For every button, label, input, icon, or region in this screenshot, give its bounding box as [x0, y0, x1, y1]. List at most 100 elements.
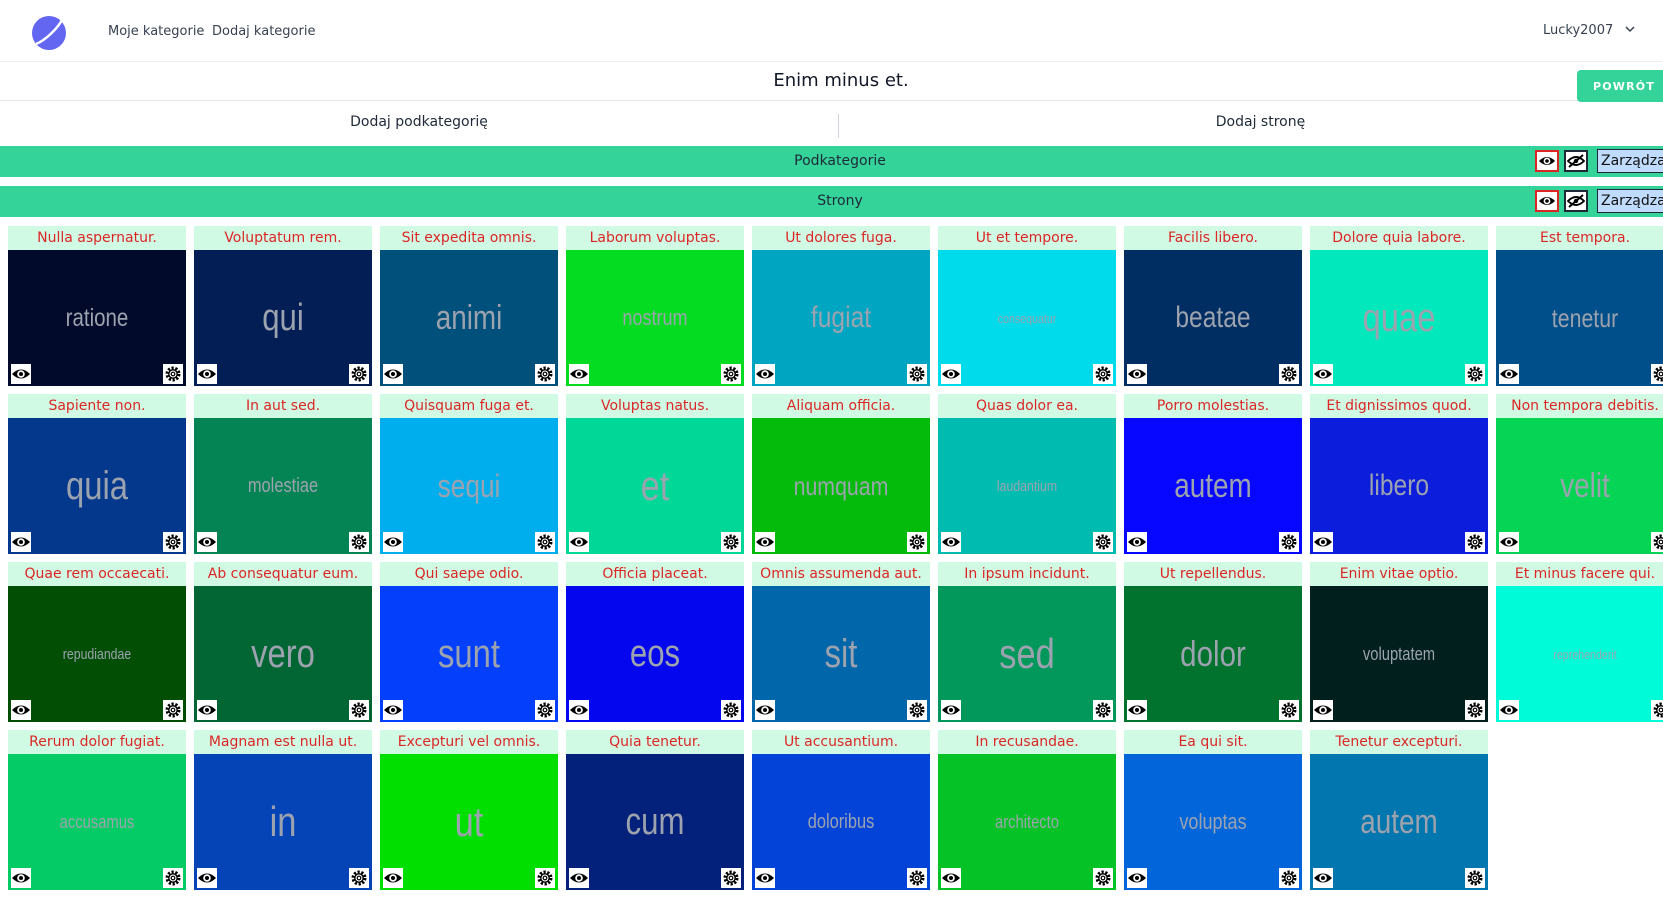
page-card[interactable]: Qui saepe odio. sunt	[380, 562, 558, 722]
card-title[interactable]: Omnis assumenda aut.	[752, 562, 930, 586]
settings-button[interactable]	[163, 868, 183, 888]
preview-button[interactable]	[1313, 700, 1333, 720]
settings-button[interactable]	[1279, 532, 1299, 552]
card-thumbnail[interactable]: ut	[380, 754, 558, 890]
card-title[interactable]: Et minus facere qui.	[1496, 562, 1663, 586]
card-thumbnail[interactable]: accusamus	[8, 754, 186, 890]
card-thumbnail[interactable]: molestiae	[194, 418, 372, 554]
card-title[interactable]: Porro molestias.	[1124, 394, 1302, 418]
card-thumbnail[interactable]: animi	[380, 250, 558, 386]
card-thumbnail[interactable]: voluptatem	[1310, 586, 1488, 722]
card-thumbnail[interactable]: consequatur	[938, 250, 1116, 386]
card-title[interactable]: Ut dolores fuga.	[752, 226, 930, 250]
settings-button[interactable]	[349, 532, 369, 552]
card-title[interactable]: Rerum dolor fugiat.	[8, 730, 186, 754]
page-card[interactable]: Magnam est nulla ut. in	[194, 730, 372, 890]
card-thumbnail[interactable]: vero	[194, 586, 372, 722]
nav-link-add-category[interactable]: Dodaj kategorie	[212, 24, 315, 39]
card-title[interactable]: Facilis libero.	[1124, 226, 1302, 250]
chevron-down-icon[interactable]	[1625, 24, 1635, 34]
card-title[interactable]: Quisquam fuga et.	[380, 394, 558, 418]
page-card[interactable]: Dolore quia labore. quae	[1310, 226, 1488, 386]
settings-button[interactable]	[349, 364, 369, 384]
settings-button[interactable]	[535, 364, 555, 384]
preview-button[interactable]	[569, 868, 589, 888]
page-card[interactable]: In aut sed. molestiae	[194, 394, 372, 554]
page-card[interactable]: Ab consequatur eum. vero	[194, 562, 372, 722]
settings-button[interactable]	[1465, 532, 1485, 552]
page-card[interactable]: Quae rem occaecati. repudiandae	[8, 562, 186, 722]
card-thumbnail[interactable]: autem	[1124, 418, 1302, 554]
card-thumbnail[interactable]: dolor	[1124, 586, 1302, 722]
preview-button[interactable]	[1313, 364, 1333, 384]
card-title[interactable]: Tenetur excepturi.	[1310, 730, 1488, 754]
card-title[interactable]: Ut repellendus.	[1124, 562, 1302, 586]
page-card[interactable]: Quas dolor ea. laudantium	[938, 394, 1116, 554]
card-title[interactable]: Ea qui sit.	[1124, 730, 1302, 754]
settings-button[interactable]	[907, 700, 927, 720]
settings-button[interactable]	[1465, 868, 1485, 888]
page-card[interactable]: Sapiente non. quia	[8, 394, 186, 554]
preview-button[interactable]	[755, 364, 775, 384]
preview-button[interactable]	[197, 364, 217, 384]
card-thumbnail[interactable]: repudiandae	[8, 586, 186, 722]
card-thumbnail[interactable]: autem	[1310, 754, 1488, 890]
card-thumbnail[interactable]: beatae	[1124, 250, 1302, 386]
user-menu[interactable]: Lucky2007	[1543, 23, 1613, 38]
page-card[interactable]: Laborum voluptas. nostrum	[566, 226, 744, 386]
settings-button[interactable]	[907, 364, 927, 384]
card-title[interactable]: Sit expedita omnis.	[380, 226, 558, 250]
preview-button[interactable]	[383, 700, 403, 720]
card-title[interactable]: Qui saepe odio.	[380, 562, 558, 586]
settings-button[interactable]	[535, 532, 555, 552]
card-title[interactable]: In aut sed.	[194, 394, 372, 418]
card-thumbnail[interactable]: nostrum	[566, 250, 744, 386]
page-card[interactable]: Ut repellendus. dolor	[1124, 562, 1302, 722]
preview-button[interactable]	[11, 700, 31, 720]
preview-button[interactable]	[1499, 700, 1519, 720]
add-subcategory-link[interactable]: Dodaj podkategorię	[0, 106, 838, 138]
card-title[interactable]: Officia placeat.	[566, 562, 744, 586]
preview-button[interactable]	[11, 364, 31, 384]
card-thumbnail[interactable]: libero	[1310, 418, 1488, 554]
page-card[interactable]: Et dignissimos quod. libero	[1310, 394, 1488, 554]
preview-button[interactable]	[569, 700, 589, 720]
settings-button[interactable]	[1093, 868, 1113, 888]
card-thumbnail[interactable]: numquam	[752, 418, 930, 554]
settings-button[interactable]	[907, 532, 927, 552]
card-title[interactable]: Laborum voluptas.	[566, 226, 744, 250]
preview-button[interactable]	[569, 364, 589, 384]
settings-button[interactable]	[1651, 532, 1663, 552]
card-title[interactable]: Non tempora debitis.	[1496, 394, 1663, 418]
settings-button[interactable]	[535, 868, 555, 888]
card-thumbnail[interactable]: architecto	[938, 754, 1116, 890]
card-title[interactable]: Excepturi vel omnis.	[380, 730, 558, 754]
settings-button[interactable]	[349, 868, 369, 888]
page-card[interactable]: Et minus facere qui. reprehenderit	[1496, 562, 1663, 722]
back-button[interactable]: POWRÓT	[1577, 70, 1663, 102]
preview-button[interactable]	[1313, 868, 1333, 888]
preview-button[interactable]	[941, 364, 961, 384]
preview-button[interactable]	[941, 700, 961, 720]
card-thumbnail[interactable]: et	[566, 418, 744, 554]
card-thumbnail[interactable]: tenetur	[1496, 250, 1663, 386]
card-thumbnail[interactable]: doloribus	[752, 754, 930, 890]
preview-button[interactable]	[1127, 868, 1147, 888]
card-thumbnail[interactable]: quae	[1310, 250, 1488, 386]
page-card[interactable]: Ut et tempore. consequatur	[938, 226, 1116, 386]
card-thumbnail[interactable]: cum	[566, 754, 744, 890]
card-title[interactable]: Voluptas natus.	[566, 394, 744, 418]
card-thumbnail[interactable]: fugiat	[752, 250, 930, 386]
page-card[interactable]: In ipsum incidunt. sed	[938, 562, 1116, 722]
card-title[interactable]: Sapiente non.	[8, 394, 186, 418]
show-button[interactable]	[1535, 190, 1559, 212]
logo-icon[interactable]	[30, 13, 68, 51]
hide-button[interactable]	[1564, 190, 1588, 212]
card-thumbnail[interactable]: sunt	[380, 586, 558, 722]
settings-button[interactable]	[163, 532, 183, 552]
page-card[interactable]: Ut accusantium. doloribus	[752, 730, 930, 890]
settings-button[interactable]	[349, 700, 369, 720]
preview-button[interactable]	[197, 532, 217, 552]
page-card[interactable]: Est tempora. tenetur	[1496, 226, 1663, 386]
preview-button[interactable]	[1499, 532, 1519, 552]
